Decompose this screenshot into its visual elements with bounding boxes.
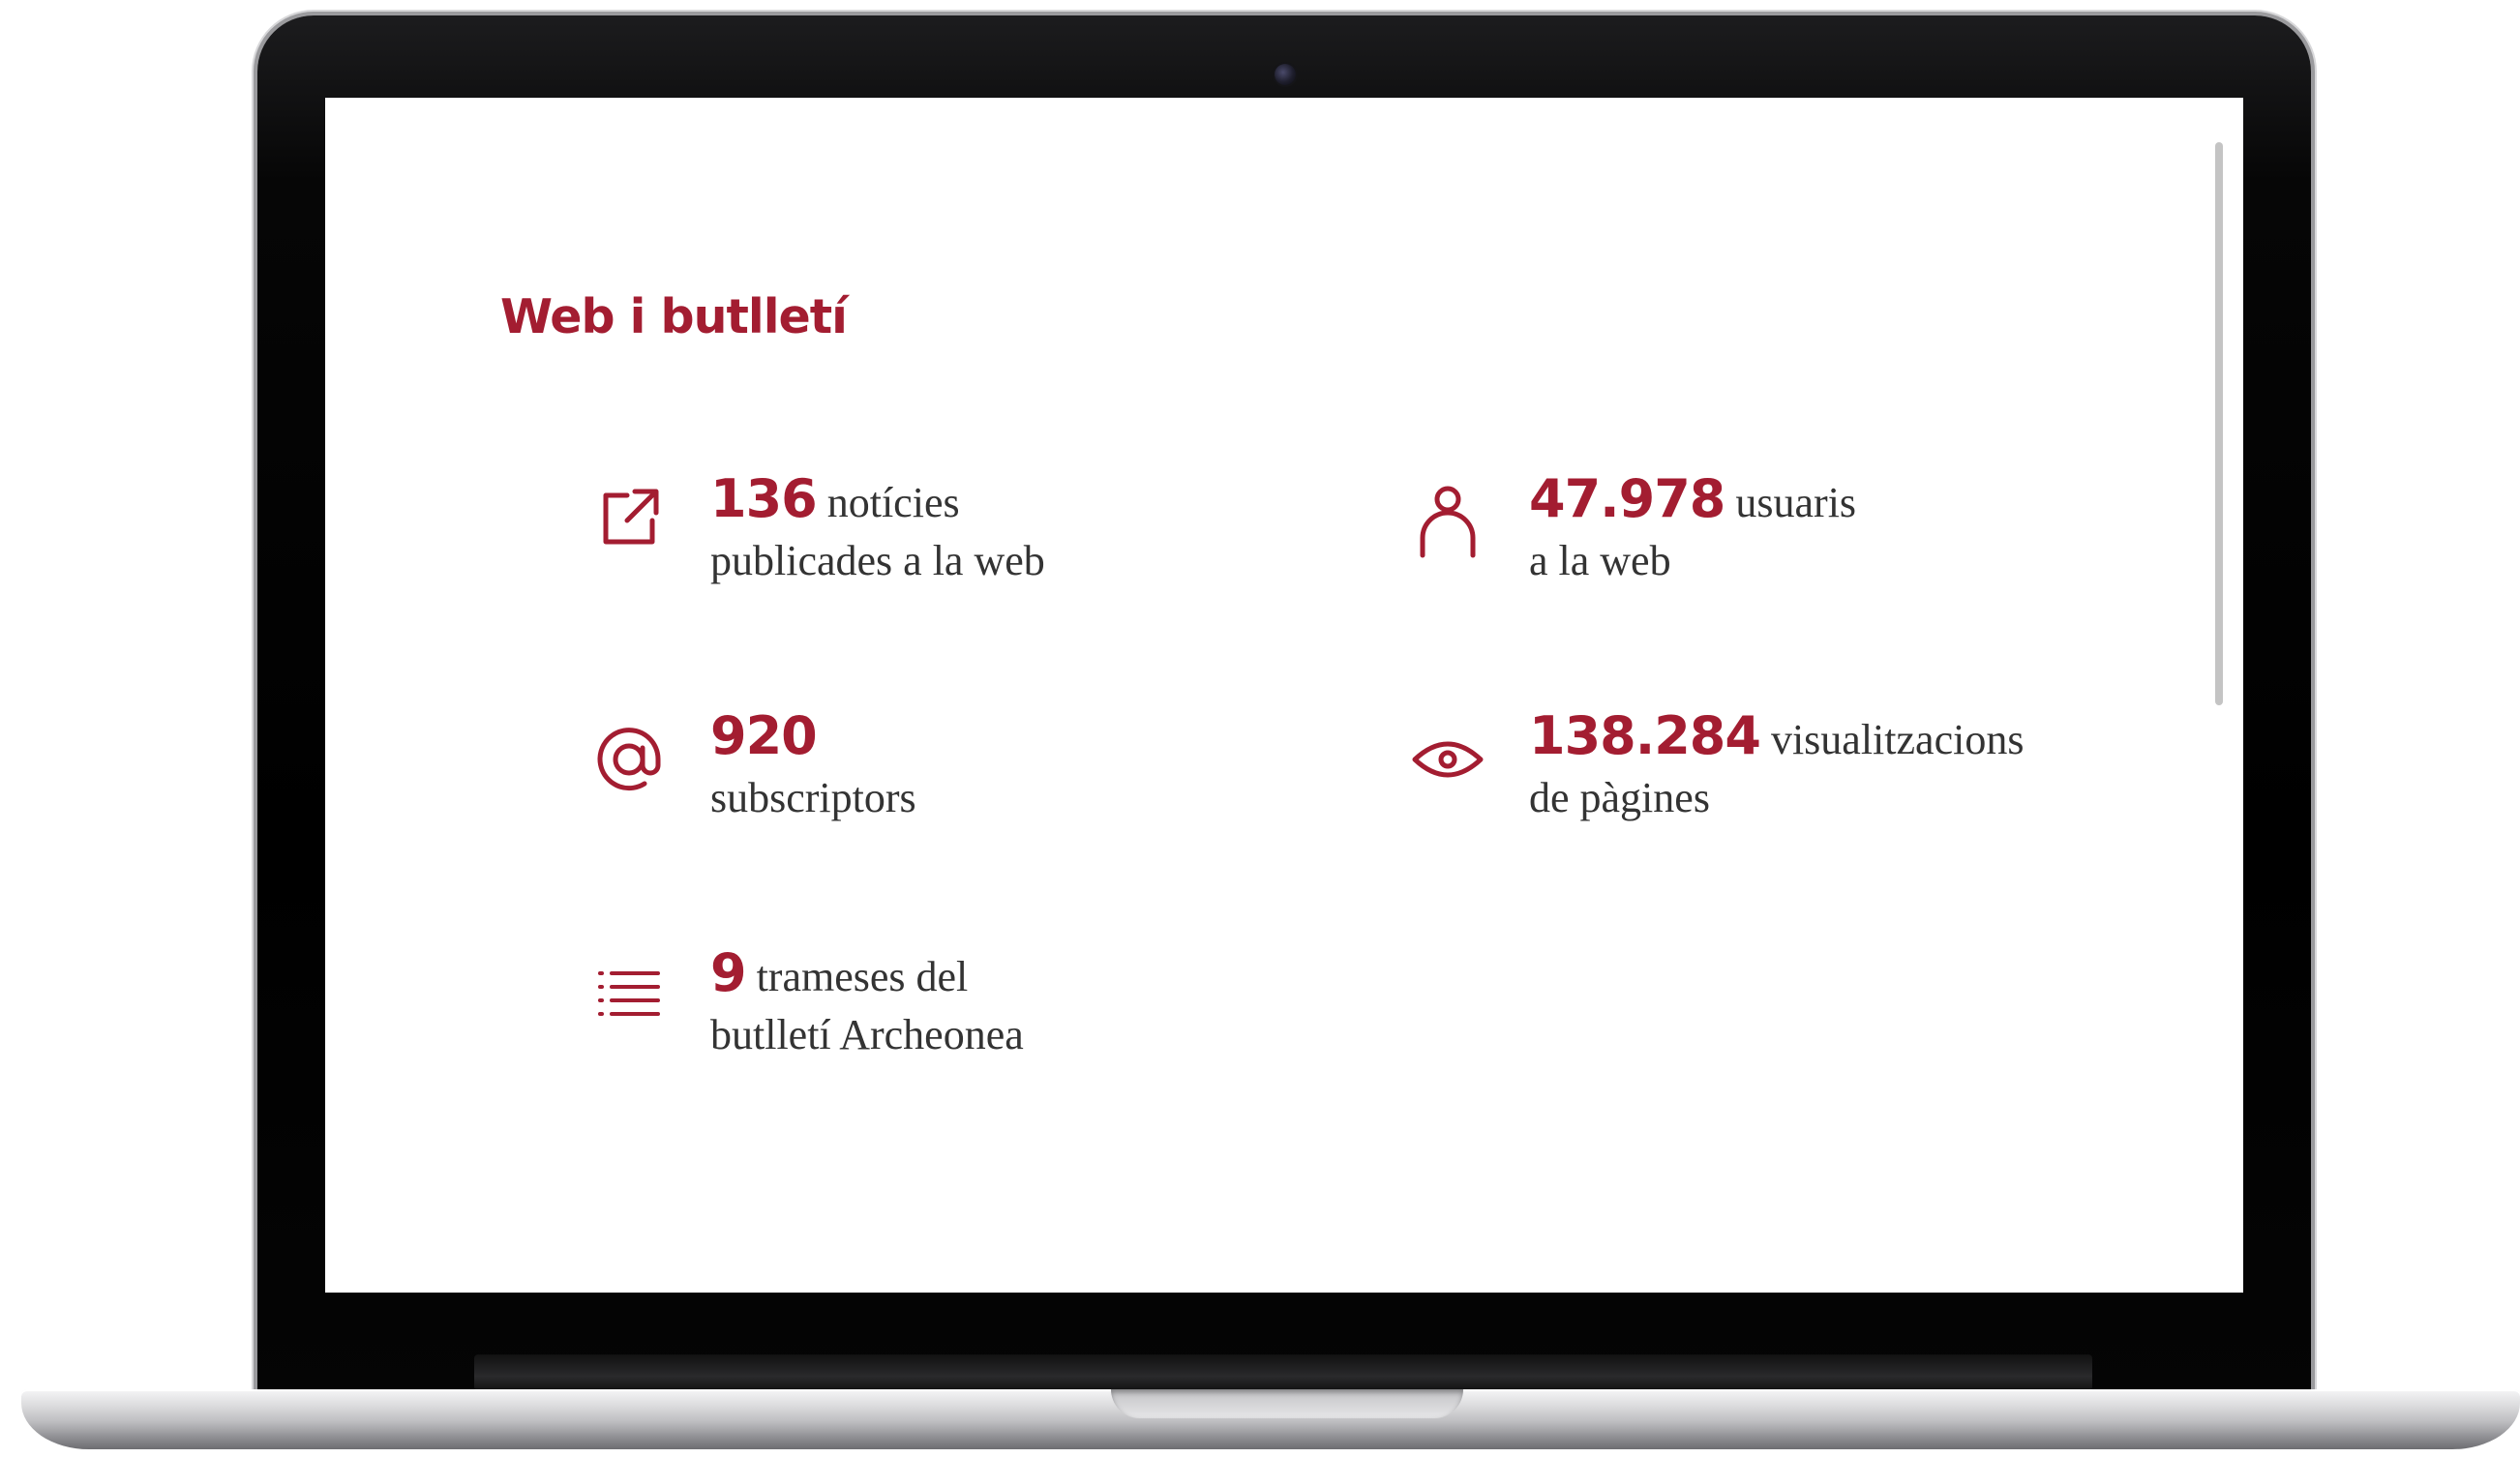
stat-text: 9 trameses del butlletí Archeonea xyxy=(710,944,1407,1064)
stat-label: butlletí Archeonea xyxy=(710,1011,1024,1058)
eye-icon xyxy=(1407,719,1488,800)
laptop-screen: Web i butlletí 136 notícies publicades a… xyxy=(325,98,2243,1293)
stat-label: a la web xyxy=(1529,537,1671,584)
laptop-hinge xyxy=(474,1354,2092,1391)
user-icon xyxy=(1407,482,1488,563)
laptop-notch xyxy=(1111,1389,1463,1418)
list-icon xyxy=(588,954,670,1035)
scrollbar[interactable] xyxy=(2215,142,2223,705)
stat-text: 136 notícies publicades a la web xyxy=(710,470,1407,590)
stat-text: 138.284 visualitzacions de pàgines xyxy=(1529,707,2226,827)
stat-text: 47.978 usuaris a la web xyxy=(1529,470,2226,590)
external-link-icon xyxy=(588,476,670,557)
stat-number: 9 xyxy=(710,942,747,1003)
stat-label: publicades a la web xyxy=(710,537,1045,584)
stat-label: subscriptors xyxy=(710,774,916,821)
stat-label: usuaris xyxy=(1735,479,1857,526)
stat-number: 138.284 xyxy=(1529,705,1761,766)
camera-icon xyxy=(1275,64,1296,85)
stat-label: trameses del xyxy=(756,953,969,1000)
stat-number: 47.978 xyxy=(1529,468,1725,529)
stat-label: notícies xyxy=(826,479,960,526)
section-title: Web i butlletí xyxy=(500,289,848,344)
stat-number: 136 xyxy=(710,468,818,529)
stat-label: visualitzacions xyxy=(1770,716,2025,763)
stat-number: 920 xyxy=(710,705,818,766)
at-sign-icon xyxy=(588,719,670,800)
stat-text: 920 subscriptors xyxy=(710,707,1407,827)
stat-label: de pàgines xyxy=(1529,774,1710,821)
